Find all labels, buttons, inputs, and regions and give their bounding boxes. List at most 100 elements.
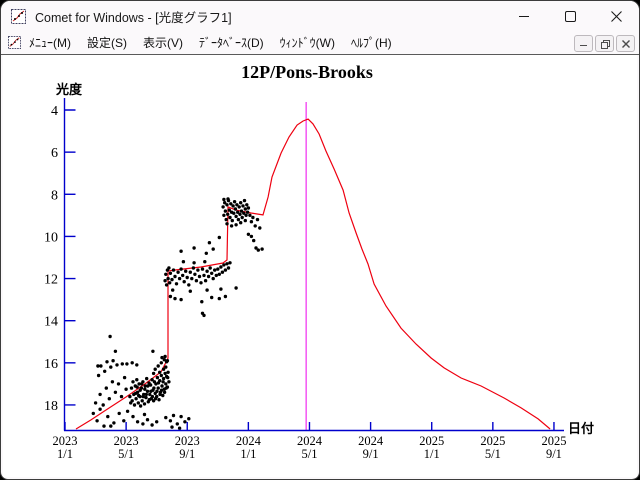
- observation-point: [256, 218, 259, 221]
- y-tick-label: 14: [44, 315, 58, 330]
- observation-point: [160, 374, 163, 377]
- y-tick-label: 10: [44, 230, 58, 245]
- observation-point: [221, 271, 224, 274]
- observation-point: [112, 421, 115, 424]
- observation-point: [152, 372, 155, 375]
- menu-item-help[interactable]: ﾍﾙﾌﾟ(H): [343, 32, 400, 53]
- observation-point: [247, 233, 250, 236]
- menu-item-menu[interactable]: ﾒﾆｭｰ(M): [21, 32, 79, 53]
- x-tick-date: 9/1: [363, 447, 379, 461]
- observation-point: [97, 374, 100, 377]
- observation-point: [158, 393, 161, 396]
- observation-point: [238, 205, 241, 208]
- observation-point: [190, 277, 193, 280]
- observation-point: [239, 221, 242, 224]
- observation-point: [233, 200, 236, 203]
- x-tick-year: 2023: [114, 434, 139, 448]
- mdi-minimize-button[interactable]: [574, 35, 593, 52]
- x-tick-year: 2025: [541, 434, 566, 448]
- x-tick-year: 2023: [175, 434, 200, 448]
- observation-point: [225, 218, 228, 221]
- x-axis-title: 日付: [568, 421, 594, 437]
- observation-point: [111, 359, 114, 362]
- observation-point: [163, 355, 166, 358]
- observation-point: [226, 197, 229, 200]
- observation-point: [160, 384, 163, 387]
- maximize-button[interactable]: [547, 1, 593, 31]
- observation-point: [225, 222, 228, 225]
- observation-point: [160, 361, 163, 364]
- observation-point: [146, 390, 149, 393]
- mdi-restore-button[interactable]: [595, 35, 614, 52]
- observation-point: [99, 364, 102, 367]
- observation-point: [175, 282, 178, 285]
- observation-point: [181, 274, 184, 277]
- observation-point: [224, 295, 227, 298]
- observation-point: [135, 363, 138, 366]
- close-button[interactable]: [593, 1, 639, 31]
- observation-point: [142, 395, 145, 398]
- x-tick-date: 1/1: [240, 447, 256, 461]
- observation-point: [96, 364, 99, 367]
- app-icon: [11, 9, 26, 24]
- observation-point: [213, 268, 216, 271]
- document-icon: [8, 36, 21, 49]
- observation-point: [162, 368, 165, 371]
- observation-point: [226, 213, 229, 216]
- observation-point: [146, 418, 149, 421]
- observation-point: [165, 386, 168, 389]
- mdi-close-button[interactable]: [616, 35, 635, 52]
- observation-point: [257, 248, 260, 251]
- observation-point: [222, 263, 225, 266]
- observation-point: [141, 399, 144, 402]
- observation-point: [247, 206, 250, 209]
- observation-point: [160, 356, 163, 359]
- menu-item-window[interactable]: ｳｨﾝﾄﾞｳ(W): [272, 32, 343, 53]
- mdi-window-controls: [574, 35, 635, 52]
- observation-point: [105, 360, 108, 363]
- menu-item-view[interactable]: 表示(V): [135, 32, 191, 53]
- observation-point: [128, 395, 131, 398]
- observation-point: [163, 372, 166, 375]
- observation-point: [154, 397, 157, 400]
- window-controls: [501, 1, 639, 31]
- x-tick-year: 2023: [53, 434, 78, 448]
- observation-point: [167, 266, 170, 269]
- observation-point: [155, 390, 158, 393]
- x-tick-year: 2025: [480, 434, 505, 448]
- observation-point: [230, 224, 233, 227]
- observation-point: [164, 382, 167, 385]
- observation-point: [122, 419, 125, 422]
- minimize-button[interactable]: [501, 1, 547, 31]
- observation-point: [163, 391, 166, 394]
- observation-point: [222, 214, 225, 217]
- observation-point: [134, 392, 137, 395]
- observation-point: [103, 370, 106, 373]
- observation-point: [157, 398, 160, 401]
- y-tick-label: 4: [51, 104, 58, 119]
- observation-point: [151, 350, 154, 353]
- observation-point: [131, 415, 134, 418]
- observation-point: [207, 275, 210, 278]
- observation-point: [250, 235, 253, 238]
- observation-point: [139, 404, 142, 407]
- observation-point: [130, 386, 133, 389]
- observation-point: [169, 272, 172, 275]
- observation-point: [114, 350, 117, 353]
- observation-point: [126, 410, 129, 413]
- observation-point: [189, 290, 192, 293]
- observation-point: [250, 220, 253, 223]
- menu-item-settings[interactable]: 設定(S): [79, 32, 135, 53]
- observation-point: [246, 211, 249, 214]
- observation-point: [210, 296, 213, 299]
- observation-point: [114, 391, 117, 394]
- observation-point: [176, 422, 179, 425]
- observation-point: [148, 393, 151, 396]
- observation-point: [245, 203, 248, 206]
- observation-point: [182, 260, 185, 263]
- observation-point: [205, 288, 208, 291]
- menu-item-database[interactable]: ﾃﾞｰﾀﾍﾞｰｽ(D): [191, 32, 272, 53]
- observation-point: [232, 212, 235, 215]
- observation-point: [258, 226, 261, 229]
- observation-point: [157, 364, 160, 367]
